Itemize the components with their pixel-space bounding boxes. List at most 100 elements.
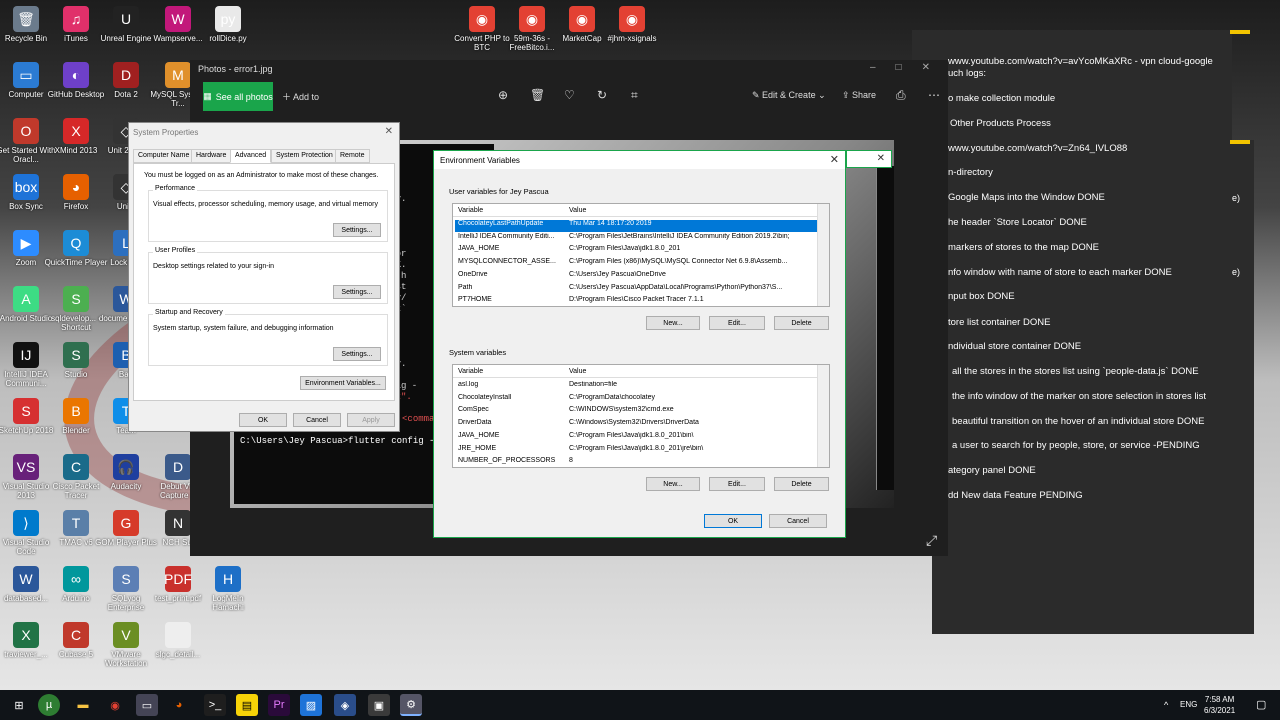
ok-button[interactable]: OK bbox=[704, 514, 762, 528]
sticky-notes-icon[interactable]: ▤ bbox=[236, 694, 258, 716]
tab-hardware[interactable]: Hardware bbox=[191, 149, 232, 163]
table-row[interactable]: OneDrive C:\Users\Jey Pascua\OneDrive bbox=[455, 271, 820, 283]
startup-recovery-text: System startup, system failure, and debu… bbox=[153, 325, 334, 332]
tab-remote[interactable]: Remote bbox=[335, 149, 370, 163]
table-row[interactable]: PT7HOME D:\Program Files\Cisco Packet Tra… bbox=[455, 296, 820, 306]
computer-icon[interactable]: ▭ bbox=[136, 694, 158, 716]
excel-icon: X bbox=[13, 622, 39, 648]
premiere-icon[interactable]: Pr bbox=[268, 694, 290, 716]
cancel-button[interactable]: Cancel bbox=[293, 413, 341, 427]
clock[interactable]: 7:58 AM 6/3/2021 bbox=[1204, 694, 1235, 716]
system-properties-taskbar-icon[interactable]: ⚙ bbox=[400, 694, 422, 716]
window-controls[interactable]: –□✕ bbox=[870, 62, 950, 73]
user-profiles-title: User Profiles bbox=[153, 247, 198, 254]
audacity-icon: 🎧 bbox=[113, 454, 139, 480]
app-icon[interactable]: ◈ bbox=[334, 694, 356, 716]
system-new-button[interactable]: New... bbox=[646, 477, 700, 491]
language-indicator[interactable]: ENG bbox=[1180, 700, 1197, 709]
tray-chevron-icon[interactable]: ^ bbox=[1164, 700, 1168, 710]
start-icon[interactable]: ⊞ bbox=[8, 694, 30, 716]
column-value: Value bbox=[569, 207, 587, 214]
environment-variables-dialog: Environment Variables ✕ User variables f… bbox=[433, 150, 846, 538]
variable-value: C:\Program Files (x86)\MySQL\MySQL Conne… bbox=[569, 258, 788, 266]
desktop-icon[interactable]: H LogMeIn Hamachi bbox=[196, 566, 260, 612]
media-encoder-icon[interactable]: ▣ bbox=[368, 694, 390, 716]
edit-create-button[interactable]: ✎ Edit & Create ⌄ bbox=[752, 90, 826, 101]
firefox-icon[interactable]: ◕ bbox=[168, 694, 190, 716]
cancel-button[interactable]: Cancel bbox=[769, 514, 827, 528]
table-row[interactable]: JAVA_HOME C:\Program Files\Java\jdk1.8.0_… bbox=[455, 432, 820, 444]
user-new-button[interactable]: New... bbox=[646, 316, 700, 330]
scrollbar[interactable] bbox=[817, 204, 829, 306]
system-edit-button[interactable]: Edit... bbox=[709, 477, 765, 491]
oracle-icon: O bbox=[13, 118, 39, 144]
notes-line: he header `Store Locator` DONE bbox=[948, 217, 1087, 228]
rotate-icon[interactable]: ↻ bbox=[597, 88, 607, 102]
environment-variables-button[interactable]: Environment Variables... bbox=[300, 376, 386, 390]
column-value: Value bbox=[569, 368, 587, 375]
table-row[interactable]: NUMBER_OF_PROCESSORS 8 bbox=[455, 457, 820, 467]
more-icon[interactable]: ⋯ bbox=[928, 88, 940, 102]
close-icon[interactable]: ✕ bbox=[830, 153, 839, 166]
desktop-icon-label: LogMeIn Hamachi bbox=[212, 594, 244, 612]
ok-button[interactable]: OK bbox=[239, 413, 287, 427]
utorrent-icon[interactable]: µ bbox=[38, 694, 60, 716]
desktop-icon[interactable]: py rollDice.py bbox=[196, 6, 260, 43]
variable-value: Thu Mar 14 18:17:20 2019 bbox=[569, 220, 652, 227]
apply-button[interactable]: Apply bbox=[347, 413, 395, 427]
table-row[interactable]: JAVA_HOME C:\Program Files\Java\jdk1.8.0_… bbox=[455, 245, 820, 257]
github-icon: ◐ bbox=[63, 62, 89, 88]
zoom-icon[interactable]: ⊕ bbox=[498, 88, 508, 102]
table-row[interactable]: asl.log Destination=file bbox=[455, 381, 820, 393]
table-row[interactable]: MYSQLCONNECTOR_ASSE... C:\Program Files (… bbox=[455, 258, 820, 270]
table-row[interactable]: JRE_HOME C:\Program Files\Java\jdk1.8.0_2… bbox=[455, 445, 820, 457]
arduino-icon: ∞ bbox=[63, 566, 89, 592]
expand-icon[interactable]: ⤢ bbox=[926, 532, 937, 549]
system-delete-button[interactable]: Delete bbox=[774, 477, 829, 491]
tab-system-protection[interactable]: System Protection bbox=[271, 149, 338, 163]
gom-player-icon: G bbox=[113, 510, 139, 536]
tmac-icon: T bbox=[63, 510, 89, 536]
scrollbar[interactable] bbox=[817, 365, 829, 467]
desktop-icon[interactable]: slgc_detail... bbox=[146, 622, 210, 659]
delete-icon[interactable]: 🗑 bbox=[530, 88, 545, 102]
photos-icon[interactable]: ▨ bbox=[300, 694, 322, 716]
zoom-icon: ▶ bbox=[13, 230, 39, 256]
startup-recovery-title: Startup and Recovery bbox=[153, 309, 225, 316]
desktop-icon[interactable]: ◉ #⁠jhm-xsignals bbox=[600, 6, 664, 43]
table-row[interactable]: Path C:\Users\Jey Pascua\AppData\Local\Pr… bbox=[455, 284, 820, 296]
tab-advanced[interactable]: Advanced bbox=[230, 149, 272, 163]
crop-icon[interactable]: ⌗ bbox=[631, 88, 638, 103]
print-icon[interactable]: ⎙ bbox=[896, 88, 906, 103]
variable-value: 8 bbox=[569, 457, 573, 465]
system-variables-table[interactable]: Variable Value asl.log Destination=file Ch… bbox=[452, 364, 830, 468]
table-row[interactable]: ChocolateyInstall C:\ProgramData\chocolat… bbox=[455, 394, 820, 406]
notes-accent-bar bbox=[1230, 30, 1250, 34]
user-edit-button[interactable]: Edit... bbox=[709, 316, 765, 330]
see-all-photos-button[interactable]: ▦ See all photos bbox=[203, 82, 273, 111]
file-explorer-icon[interactable]: ▬ bbox=[72, 694, 94, 716]
add-to-button[interactable]: ＋ Add to bbox=[282, 90, 319, 103]
table-row[interactable]: ChocolateyLastPathUpdate Thu Mar 14 18:17… bbox=[455, 220, 820, 232]
table-row[interactable]: DriverData C:\Windows\System32\Drivers\Dr… bbox=[455, 419, 820, 431]
close-icon[interactable]: ✕ bbox=[385, 126, 393, 137]
notes-line: tore list container DONE bbox=[948, 317, 1051, 328]
user-variables-table[interactable]: Variable Value ChocolateyLastPathUpdate T… bbox=[452, 203, 830, 307]
user-profiles-settings-button[interactable]: Settings... bbox=[333, 285, 381, 299]
cmd-icon[interactable]: >_ bbox=[204, 694, 226, 716]
heart-icon[interactable]: ♡ bbox=[564, 88, 575, 102]
startup-recovery-settings-button[interactable]: Settings... bbox=[333, 347, 381, 361]
notification-icon[interactable]: ▢ bbox=[1256, 698, 1266, 711]
variable-value: C:\Program Files\Java\jdk1.8.0_201 bbox=[569, 245, 681, 253]
user-delete-button[interactable]: Delete bbox=[774, 316, 829, 330]
chrome-icon[interactable]: ◉ bbox=[104, 694, 126, 716]
table-row[interactable]: IntelliJ IDEA Community Editi... C:\Progr… bbox=[455, 233, 820, 245]
table-row[interactable]: ComSpec C:\WINDOWS\system32\cmd.exe bbox=[455, 406, 820, 418]
tab-computer-name[interactable]: Computer Name bbox=[133, 149, 195, 163]
close-icon[interactable]: ✕ bbox=[877, 153, 885, 164]
share-button[interactable]: ⇪ Share bbox=[842, 90, 876, 101]
variable-value: C:\WINDOWS\system32\cmd.exe bbox=[569, 406, 674, 414]
performance-settings-button[interactable]: Settings... bbox=[333, 223, 381, 237]
sqldeveloper-icon: S bbox=[63, 286, 89, 312]
notes-line: ategory panel DONE bbox=[948, 465, 1036, 476]
